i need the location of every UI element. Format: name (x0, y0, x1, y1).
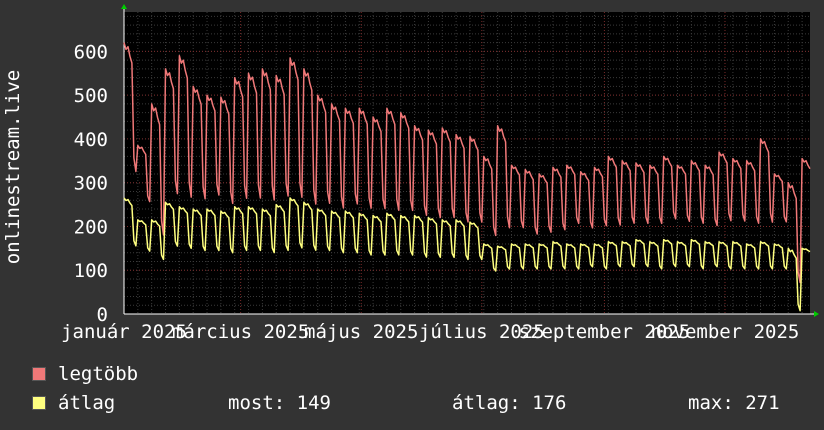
legend-label-max: legtöbb (58, 363, 139, 385)
legend-swatch-max (32, 367, 46, 381)
y-tick-label: 500 (74, 85, 108, 107)
y-tick-label: 100 (74, 260, 108, 282)
stat-average: átlag: 176 (452, 392, 567, 414)
x-axis-arrow (814, 311, 819, 317)
y-tick-label: 200 (74, 216, 108, 238)
x-tick-label: november 2025 (651, 321, 800, 343)
y-axis-arrow (121, 4, 127, 9)
legend-label-avg: átlag (58, 392, 116, 414)
legend-item-max: legtöbb (32, 363, 139, 385)
stat-current: most: 149 (228, 392, 331, 414)
x-tick-label: január 2025 (61, 321, 187, 343)
x-tick-label: március 2025 (172, 321, 309, 343)
y-tick-label: 600 (74, 41, 108, 63)
y-axis-label: onlinestream.live (2, 70, 24, 264)
legend-item-avg: átlag (32, 392, 116, 414)
y-tick-label: 400 (74, 129, 108, 151)
stat-maximum: max: 271 (688, 392, 780, 414)
plot-area (124, 12, 810, 314)
legend-swatch-avg (32, 396, 46, 410)
x-tick-label: május 2025 (304, 321, 418, 343)
y-tick-label: 300 (74, 173, 108, 195)
